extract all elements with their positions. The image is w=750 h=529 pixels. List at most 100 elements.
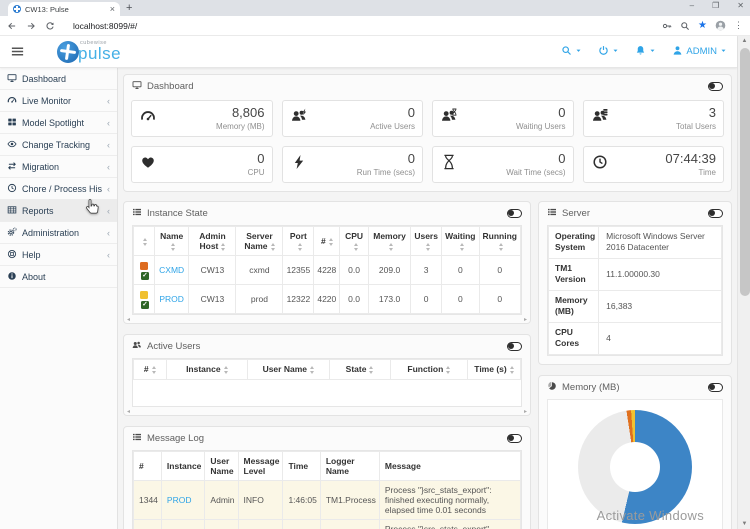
sort-icon[interactable]: [143, 238, 148, 246]
chevron-left-icon: ‹: [107, 183, 110, 194]
column-header[interactable]: Message Level: [237, 450, 284, 481]
sort-icon[interactable]: [221, 243, 226, 251]
navbar-search-menu[interactable]: [561, 45, 582, 59]
browser-menu-icon[interactable]: ⋮: [734, 20, 743, 31]
instance-link[interactable]: CXMD: [159, 265, 184, 275]
sidebar-item-about[interactable]: About: [0, 266, 117, 288]
hscroll-right-icon[interactable]: ▸: [524, 408, 527, 415]
navbar-admin-menu[interactable]: ADMIN: [672, 45, 727, 59]
sort-icon[interactable]: [151, 366, 156, 374]
profile-avatar-icon[interactable]: [715, 20, 726, 31]
tab-close-icon[interactable]: ×: [110, 4, 115, 14]
zoom-icon[interactable]: [680, 21, 690, 31]
sort-icon[interactable]: [446, 366, 451, 374]
tab-title: CW13: Pulse: [25, 4, 69, 14]
panel-toggle[interactable]: [507, 342, 522, 352]
reload-icon[interactable]: [45, 21, 55, 31]
column-header[interactable]: State: [328, 359, 391, 380]
sort-icon[interactable]: [309, 366, 314, 374]
column-header[interactable]: Instance: [160, 450, 206, 481]
hscroll-right-icon[interactable]: ▸: [524, 316, 527, 323]
forward-icon[interactable]: [26, 21, 36, 31]
scroll-down-icon[interactable]: ▼: [738, 519, 750, 529]
sort-icon[interactable]: [425, 243, 430, 251]
gauge-icon: [7, 95, 17, 107]
navbar-power-menu[interactable]: [598, 45, 619, 59]
caret-down-icon: [649, 46, 656, 57]
column-header[interactable]: #: [133, 359, 167, 380]
sidebar-item-help[interactable]: Help ‹: [0, 244, 117, 266]
column-header[interactable]: Name: [153, 225, 190, 257]
sidebar-item-administration[interactable]: Administration ‹: [0, 222, 117, 244]
browser-tab[interactable]: CW13: Pulse ×: [8, 2, 120, 16]
bookmark-star-icon[interactable]: ★: [698, 20, 707, 31]
column-header[interactable]: Running: [478, 225, 522, 257]
panel-toggle[interactable]: [708, 209, 723, 218]
sidebar-item-migration[interactable]: Migration ‹: [0, 156, 117, 178]
column-header[interactable]: Instance: [165, 359, 249, 380]
back-icon[interactable]: [7, 21, 17, 31]
window-close-button[interactable]: ✕: [737, 1, 744, 10]
column-header[interactable]: CPU: [339, 225, 369, 257]
sidebar-item-change-tracking[interactable]: Change Tracking ‹: [0, 134, 117, 156]
column-header[interactable]: Time: [282, 450, 321, 481]
instance-link[interactable]: PROD: [159, 294, 184, 304]
stat-card-total-users: 3 Total Users: [582, 100, 724, 137]
column-header[interactable]: Logger Name: [319, 450, 380, 481]
panel-toggle[interactable]: [507, 209, 522, 218]
memory-donut-chart[interactable]: [578, 409, 692, 524]
sort-icon[interactable]: [328, 238, 333, 246]
stat-card-wait-time-secs: 0 Wait Time (secs): [432, 146, 574, 183]
column-header[interactable]: #: [313, 225, 341, 257]
sort-icon[interactable]: [171, 243, 176, 251]
scrollbar-thumb[interactable]: [739, 48, 750, 296]
sort-icon[interactable]: [499, 243, 504, 251]
column-header[interactable]: Server Name: [235, 225, 284, 257]
column-header[interactable]: Waiting: [441, 225, 480, 257]
sort-icon[interactable]: [270, 243, 275, 251]
password-key-icon[interactable]: [662, 21, 672, 31]
column-header[interactable]: Memory: [367, 225, 412, 257]
sort-icon[interactable]: [353, 243, 358, 251]
sort-icon[interactable]: [223, 366, 228, 374]
sort-icon[interactable]: [369, 366, 374, 374]
sidebar-item-chore-process-history[interactable]: Chore / Process History ‹: [0, 178, 117, 200]
window-minimize-button[interactable]: –: [690, 1, 694, 10]
table-cell: TM1.Process: [319, 479, 380, 520]
column-header[interactable]: Message: [378, 450, 522, 481]
column-header[interactable]: Admin Host: [188, 225, 237, 257]
column-header[interactable]: Function: [389, 359, 469, 380]
column-header[interactable]: [133, 225, 155, 257]
table-cell: INFO: [237, 518, 284, 529]
caret-down-icon: [575, 46, 582, 57]
hscroll-left-icon[interactable]: ◂: [127, 408, 130, 415]
server-prop-value: 11.1.00000.30: [598, 257, 722, 291]
panel-toggle[interactable]: [708, 382, 723, 392]
scroll-up-icon[interactable]: ▲: [738, 36, 750, 46]
url-field[interactable]: localhost:8099/#/: [64, 21, 653, 31]
hamburger-menu-icon[interactable]: [10, 44, 25, 59]
panel-toggle[interactable]: [708, 82, 723, 91]
sort-icon[interactable]: [509, 366, 514, 374]
sidebar-item-live-monitor[interactable]: Live Monitor ‹: [0, 90, 117, 112]
sidebar-item-model-spotlight[interactable]: Model Spotlight ‹: [0, 112, 117, 134]
column-header[interactable]: User Name: [204, 450, 239, 481]
column-header[interactable]: Users: [410, 225, 443, 257]
column-header[interactable]: Time (s): [467, 359, 521, 380]
sort-icon[interactable]: [459, 243, 464, 251]
sort-icon[interactable]: [389, 243, 394, 251]
navbar-notifications-menu[interactable]: [635, 45, 656, 59]
column-header[interactable]: #: [133, 450, 162, 481]
panel-toggle[interactable]: [507, 433, 522, 443]
instance-link[interactable]: PROD: [167, 495, 192, 505]
column-header[interactable]: Port: [282, 225, 315, 257]
pulse-logo[interactable]: cubewise pulse: [57, 40, 121, 63]
sort-icon[interactable]: [297, 243, 302, 251]
page-scrollbar[interactable]: ▲ ▼: [737, 36, 750, 529]
stat-label: Wait Time (secs): [506, 168, 566, 178]
hscroll-left-icon[interactable]: ◂: [127, 316, 130, 323]
new-tab-button[interactable]: +: [126, 2, 132, 15]
window-maximize-button[interactable]: ❐: [712, 1, 719, 10]
column-header[interactable]: User Name: [247, 359, 330, 380]
sidebar-item-dashboard[interactable]: Dashboard: [0, 68, 117, 90]
